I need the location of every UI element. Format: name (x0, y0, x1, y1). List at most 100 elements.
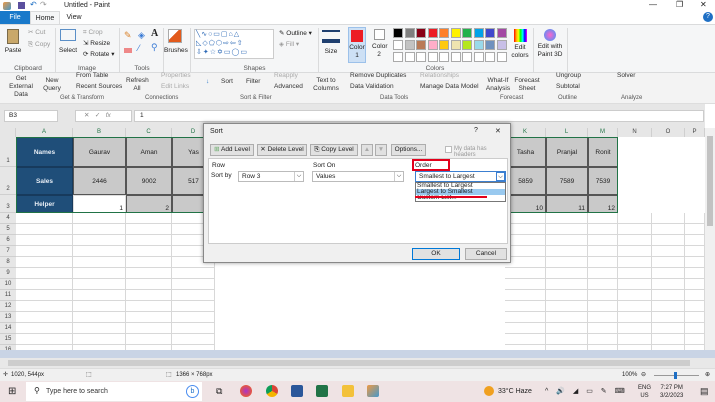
cell[interactable] (546, 213, 588, 224)
row-header[interactable]: 4 (0, 213, 16, 224)
palette-color-swatch[interactable] (393, 40, 403, 50)
cell[interactable] (652, 279, 685, 290)
cell[interactable] (685, 290, 705, 301)
cell[interactable] (16, 268, 73, 279)
palette-color-swatch[interactable] (404, 52, 415, 62)
cell[interactable] (126, 301, 172, 312)
cell[interactable] (172, 323, 215, 334)
cell[interactable] (505, 235, 546, 246)
cell[interactable] (505, 257, 546, 268)
cell[interactable] (73, 312, 126, 323)
cell[interactable] (588, 235, 618, 246)
tab-view[interactable]: View (60, 11, 88, 24)
minimize-button[interactable]: — (649, 0, 657, 9)
helper-cell[interactable]: 1 (73, 195, 126, 213)
cancel-button[interactable]: Cancel (465, 248, 507, 260)
cell[interactable] (618, 268, 652, 279)
cell[interactable] (546, 235, 588, 246)
name-cell[interactable]: Gaurav (73, 137, 126, 167)
cell[interactable] (685, 213, 705, 224)
paint-taskbar-icon[interactable] (367, 385, 379, 397)
cell[interactable] (652, 312, 685, 323)
chrome-icon[interactable] (266, 385, 278, 397)
palette-color-swatch[interactable] (416, 40, 426, 50)
cell[interactable] (126, 235, 172, 246)
row-select[interactable]: Row 3 ⌵ (238, 171, 304, 182)
cell[interactable] (73, 246, 126, 257)
cell[interactable] (73, 268, 126, 279)
cell[interactable] (126, 334, 172, 345)
add-level-button[interactable]: ⊞ Add Level (210, 144, 254, 156)
cell[interactable] (546, 246, 588, 257)
cell[interactable] (16, 301, 73, 312)
pencil-icon[interactable]: ✎ (124, 31, 132, 40)
text-to-columns-button[interactable]: Text to Columns (312, 77, 340, 93)
delete-level-button[interactable]: ✕ Delete Level (257, 144, 307, 156)
cell[interactable] (546, 224, 588, 235)
cell[interactable] (588, 312, 618, 323)
notifications-icon[interactable]: ▤ (700, 386, 709, 397)
cell[interactable] (505, 334, 546, 345)
cell[interactable] (16, 235, 73, 246)
cell[interactable] (618, 213, 652, 224)
cell[interactable] (126, 257, 172, 268)
file-explorer-icon[interactable] (342, 385, 354, 397)
cell[interactable] (546, 268, 588, 279)
cell[interactable] (618, 246, 652, 257)
cell[interactable] (73, 279, 126, 290)
fill-button[interactable]: ◈ Fill ▾ (279, 41, 299, 49)
sales-cell[interactable]: 5859 (505, 167, 546, 195)
palette-color-swatch[interactable] (450, 40, 461, 50)
cell[interactable] (126, 323, 172, 334)
name-box[interactable]: B3 (4, 110, 58, 122)
shapes-gallery[interactable]: ╲∿○▭▢⌂△ ◺◇⬠⬡⇨⇦⇧ ⇩✦☆✡▭◯▭ (194, 29, 274, 59)
undo-icon[interactable]: ↶ (30, 0, 37, 9)
cell[interactable] (505, 213, 546, 224)
cell[interactable] (588, 246, 618, 257)
cell[interactable] (652, 268, 685, 279)
cell[interactable] (652, 235, 685, 246)
cell[interactable] (685, 257, 705, 268)
cell[interactable] (652, 246, 685, 257)
cell[interactable] (685, 224, 705, 235)
cell[interactable] (73, 301, 126, 312)
refresh-all-button[interactable]: Refresh All (126, 77, 149, 93)
language-indicator[interactable]: ENG US (638, 384, 651, 400)
cell[interactable] (652, 301, 685, 312)
formula-input[interactable]: 1 (134, 110, 704, 122)
row-header[interactable]: 5 (0, 224, 16, 235)
chevron-down-icon[interactable]: ⌵ (496, 172, 505, 181)
cell[interactable] (505, 279, 546, 290)
what-if-analysis-button[interactable]: What-If Analysis (484, 77, 512, 93)
cell[interactable] (73, 257, 126, 268)
help-icon[interactable]: ? (703, 12, 713, 22)
color2-button[interactable]: Color 2 (372, 29, 388, 59)
palette-color-swatch[interactable] (485, 52, 495, 62)
resize-button[interactable]: ⇲ Resize (83, 40, 110, 48)
cell[interactable] (16, 279, 73, 290)
fill-bucket-icon[interactable]: ◈ (138, 31, 145, 40)
corner-cell[interactable] (0, 128, 16, 137)
eraser-icon[interactable] (124, 48, 132, 53)
cell[interactable] (588, 213, 618, 224)
cell[interactable] (546, 312, 588, 323)
cell[interactable] (505, 246, 546, 257)
cell[interactable] (546, 301, 588, 312)
cell[interactable] (16, 312, 73, 323)
cell[interactable] (685, 334, 705, 345)
cell[interactable] (73, 224, 126, 235)
sales-cell[interactable]: 2446 (73, 167, 126, 195)
dialog-help-button[interactable]: ? (474, 127, 478, 134)
row-header[interactable]: 10 (0, 279, 16, 290)
cell[interactable] (505, 224, 546, 235)
firefox-icon[interactable] (240, 385, 252, 397)
cell[interactable] (685, 312, 705, 323)
manage-data-model-button[interactable]: Manage Data Model (420, 83, 479, 91)
cell[interactable] (172, 279, 215, 290)
cell[interactable] (505, 312, 546, 323)
cell[interactable] (73, 323, 126, 334)
advanced-button[interactable]: Advanced (274, 83, 303, 91)
remove-duplicates-button[interactable]: Remove Duplicates (350, 72, 406, 80)
palette-color-swatch[interactable] (439, 28, 449, 38)
palette-color-swatch[interactable] (496, 40, 507, 50)
